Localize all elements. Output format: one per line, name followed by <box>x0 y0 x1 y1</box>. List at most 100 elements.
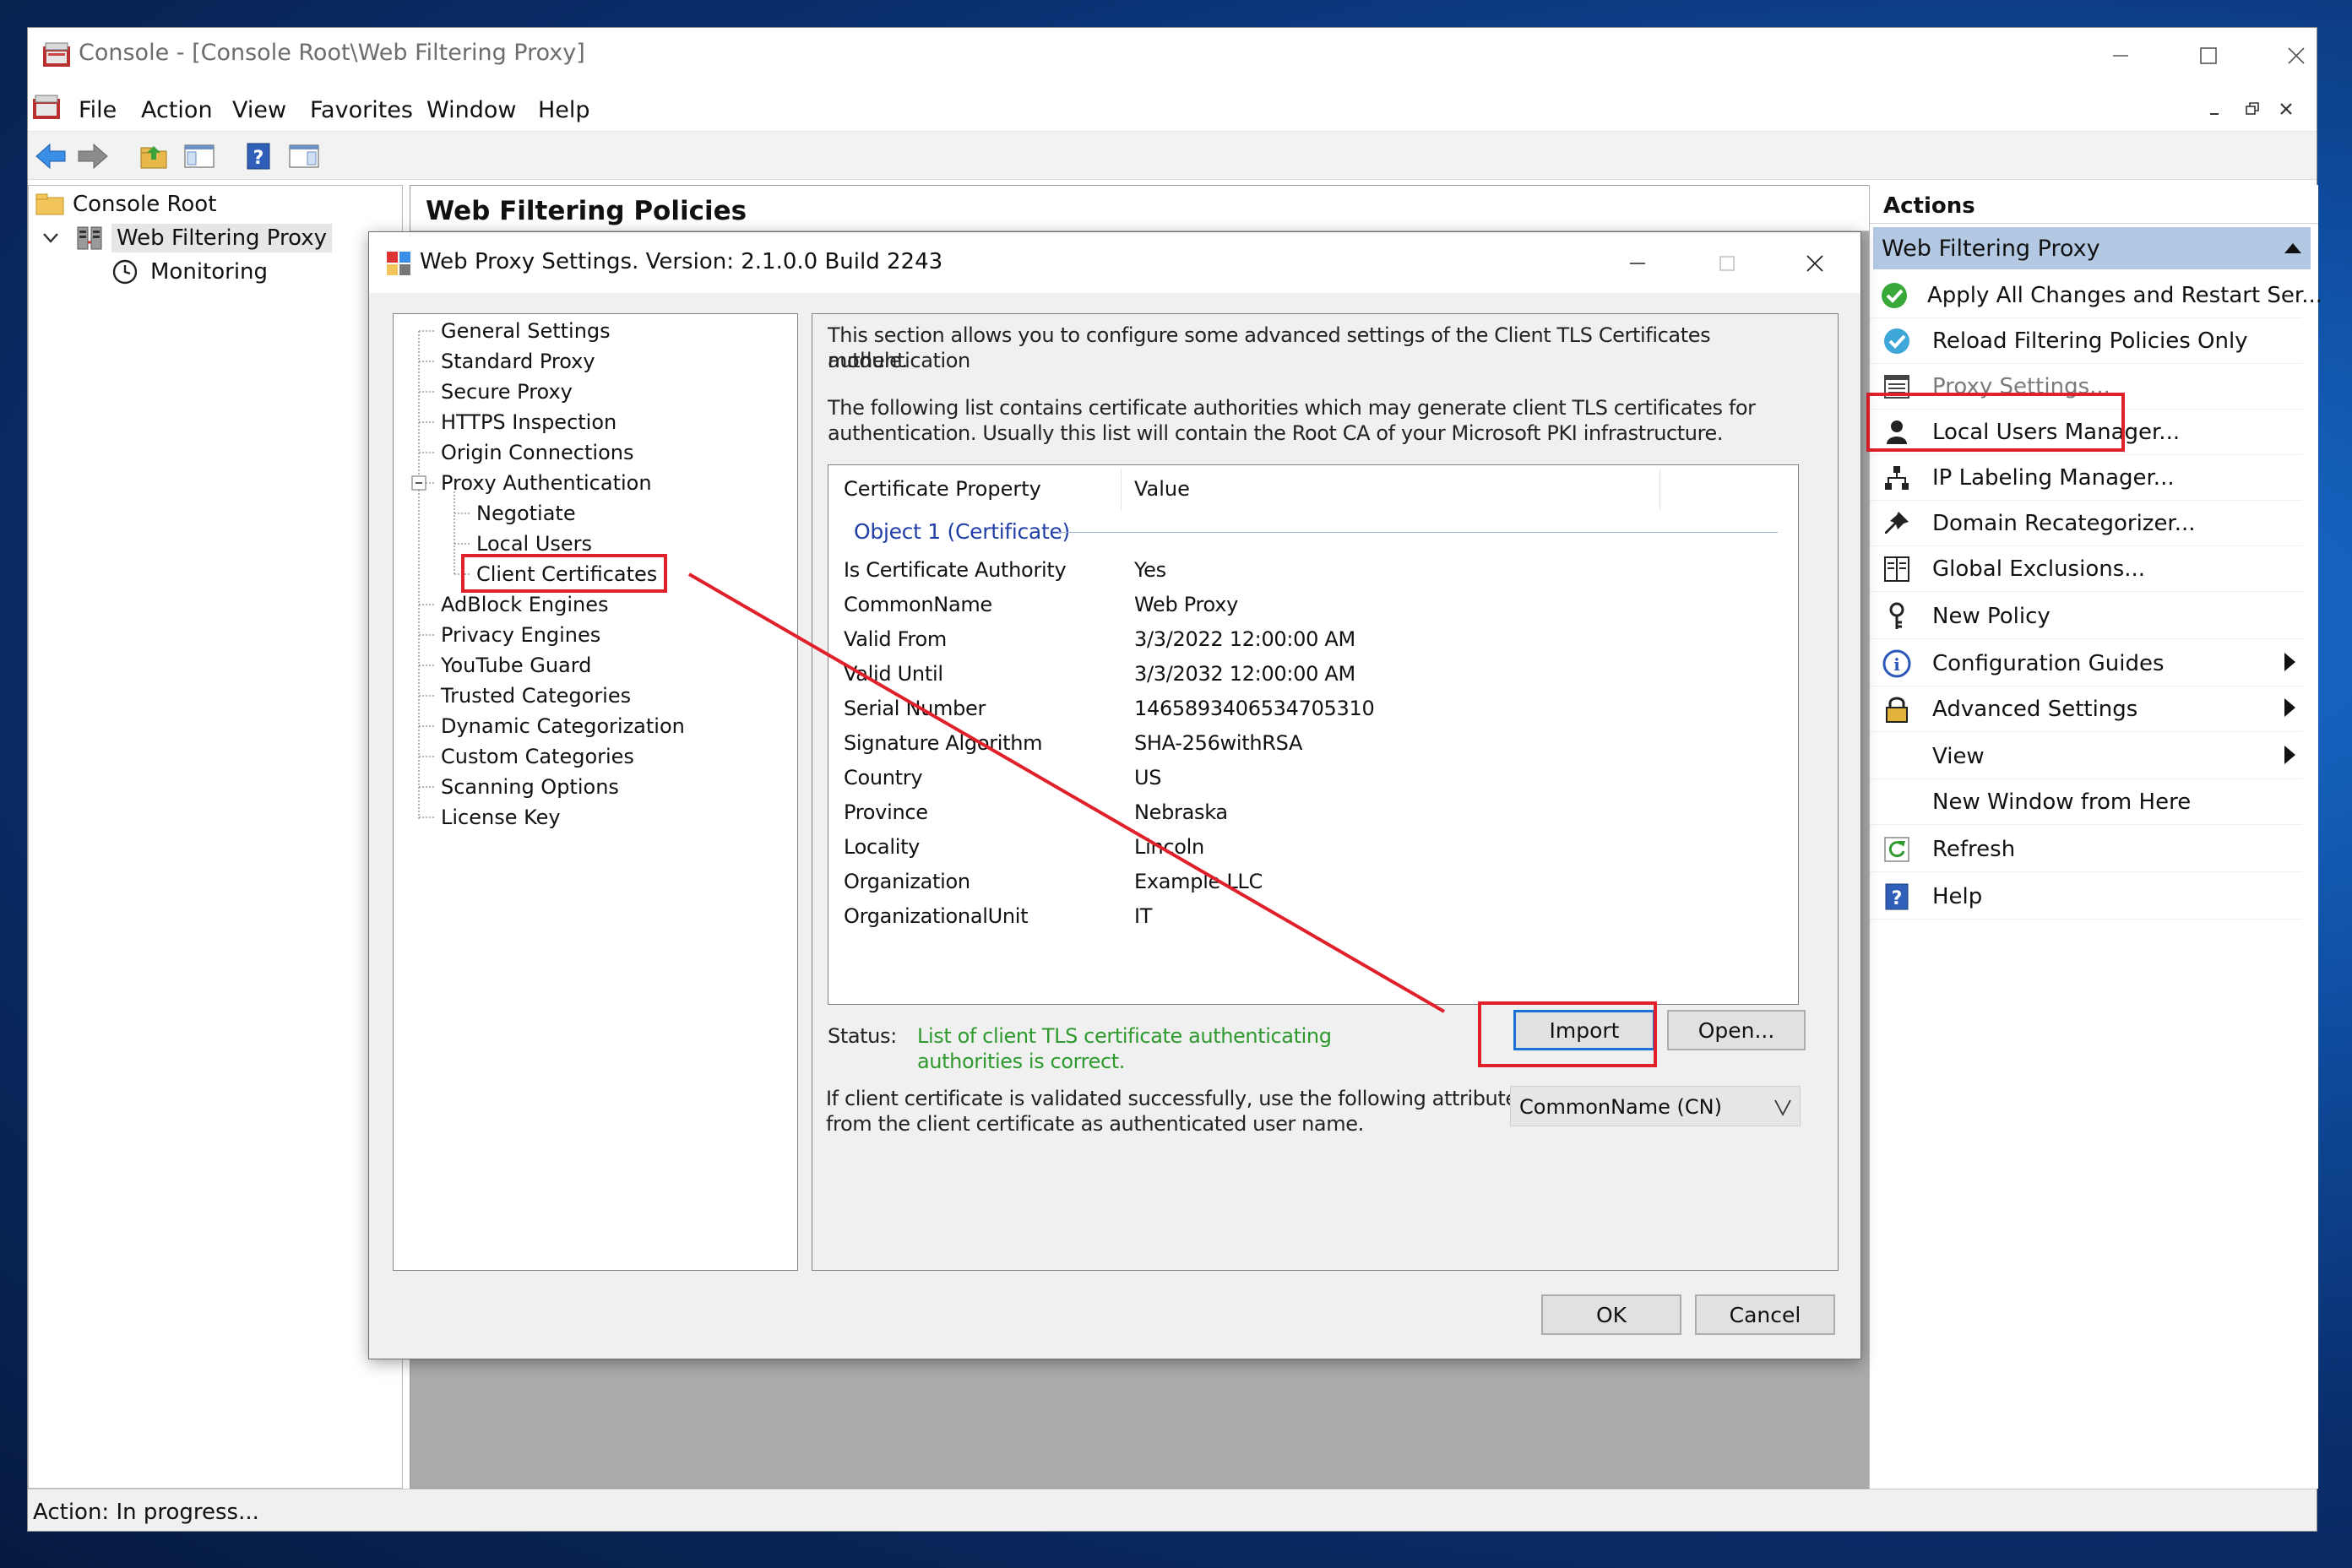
show-hide-tree-button[interactable] <box>182 138 217 174</box>
nav-secure-proxy[interactable]: Secure Proxy <box>441 380 573 404</box>
certificate-list[interactable]: Certificate Property Value Object 1 (Cer… <box>828 464 1799 1005</box>
dialog-app-icon <box>386 251 411 276</box>
results-pane-header: Web Filtering Policies <box>410 186 1891 231</box>
show-hide-action-pane-button[interactable] <box>286 138 322 174</box>
description-line: The following list contains certificate … <box>828 396 1756 420</box>
menu-help[interactable]: Help <box>538 94 590 127</box>
up-one-level-button[interactable] <box>136 138 171 174</box>
action-view[interactable]: View <box>1870 734 2302 779</box>
mdi-minimize-button[interactable] <box>2205 99 2229 122</box>
nav-trusted-categories[interactable]: Trusted Categories <box>441 684 631 708</box>
dialog-title-bar: Web Proxy Settings. Version: 2.1.0.0 Bui… <box>369 232 1860 293</box>
row-value: IT <box>1134 904 1153 928</box>
tree-item-console-root[interactable]: Console Root <box>35 187 216 221</box>
menu-file[interactable]: File <box>79 94 117 127</box>
actions-title: Actions <box>1883 193 1975 219</box>
close-button[interactable] <box>2252 28 2340 84</box>
actions-section-header[interactable]: Web Filtering Proxy <box>1873 227 2311 269</box>
nav-custom-categories[interactable]: Custom Categories <box>441 745 634 768</box>
nav-adblock-engines[interactable]: AdBlock Engines <box>441 593 609 616</box>
row-property: Is Certificate Authority <box>844 558 1067 582</box>
back-button[interactable] <box>33 138 68 174</box>
action-new-policy[interactable]: New Policy <box>1870 594 2302 639</box>
column-header-property[interactable]: Certificate Property <box>844 477 1041 501</box>
actions-pane: Actions Web Filtering Proxy Apply All Ch… <box>1866 185 2322 1489</box>
nav-proxy-authentication[interactable]: Proxy Authentication <box>441 471 652 495</box>
nav-standard-proxy[interactable]: Standard Proxy <box>441 350 595 373</box>
menu-action[interactable]: Action <box>141 94 213 127</box>
tree-item-monitoring[interactable]: Monitoring <box>111 255 268 289</box>
menu-favorites[interactable]: Favorites <box>310 94 413 127</box>
group-header: Object 1 (Certificate) <box>854 519 1070 544</box>
action-apply-restart[interactable]: Apply All Changes and Restart Ser... <box>1870 273 2322 318</box>
description-line: This section allows you to configure som… <box>828 323 1711 372</box>
lock-icon <box>1880 692 1914 726</box>
cancel-button[interactable]: Cancel <box>1695 1294 1835 1335</box>
row-value: US <box>1134 766 1162 789</box>
expand-chevron-icon[interactable] <box>42 232 61 244</box>
action-help[interactable]: ? Help <box>1870 874 2302 920</box>
row-property: Valid From <box>844 627 947 651</box>
help-icon: ? <box>1880 880 1914 914</box>
action-advanced-settings[interactable]: Advanced Settings <box>1870 686 2302 732</box>
collapse-up-icon[interactable] <box>2284 242 2302 254</box>
help-toolbar-button[interactable]: ? <box>241 138 276 174</box>
nav-general-settings[interactable]: General Settings <box>441 319 611 343</box>
folder-icon <box>35 191 66 218</box>
ok-button[interactable]: OK <box>1541 1294 1681 1335</box>
menu-bar: File Action View Favorites Window Help <box>28 87 2317 131</box>
action-label: IP Labeling Manager... <box>1932 464 2175 491</box>
action-global-exclusions[interactable]: Global Exclusions... <box>1870 546 2302 592</box>
dialog-title: Web Proxy Settings. Version: 2.1.0.0 Bui… <box>420 249 943 274</box>
action-label: Configuration Guides <box>1932 650 2165 676</box>
console-app-icon <box>41 40 72 70</box>
action-label: Advanced Settings <box>1932 696 2138 722</box>
nav-scanning-options[interactable]: Scanning Options <box>441 775 619 799</box>
attribute-description: from the client certificate as authentic… <box>826 1112 1364 1136</box>
window-title: Console - [Console Root\Web Filtering Pr… <box>79 40 585 66</box>
tree-item-web-filtering-proxy[interactable]: Web Filtering Proxy <box>42 221 333 255</box>
minimize-button[interactable] <box>2077 28 2165 84</box>
nav-negotiate[interactable]: Negotiate <box>476 502 576 525</box>
nav-dynamic-categorization[interactable]: Dynamic Categorization <box>441 714 685 738</box>
forward-arrow-icon <box>78 143 108 170</box>
username-attribute-select[interactable]: CommonName (CN) <box>1510 1086 1801 1126</box>
mdi-close-button[interactable] <box>2276 99 2300 122</box>
nav-local-users[interactable]: Local Users <box>476 532 592 556</box>
nav-license-key[interactable]: License Key <box>441 806 561 829</box>
action-configuration-guides[interactable]: i Configuration Guides <box>1870 641 2302 686</box>
row-value: 1465893406534705310 <box>1134 697 1375 720</box>
action-new-window[interactable]: New Window from Here <box>1870 779 2302 825</box>
info-icon: i <box>1880 647 1914 681</box>
action-ip-labeling-manager[interactable]: IP Labeling Manager... <box>1870 455 2302 501</box>
page-title: Web Filtering Policies <box>426 196 747 226</box>
nav-youtube-guard[interactable]: YouTube Guard <box>441 654 591 677</box>
nav-origin-connections[interactable]: Origin Connections <box>441 441 633 464</box>
forward-button[interactable] <box>75 138 111 174</box>
status-bar-text: Action: In progress... <box>33 1500 259 1525</box>
nav-privacy-engines[interactable]: Privacy Engines <box>441 623 600 647</box>
row-property: Locality <box>844 835 921 859</box>
minimize-icon <box>1630 263 1645 264</box>
column-header-value[interactable]: Value <box>1134 477 1190 501</box>
row-value: 3/3/2032 12:00:00 AM <box>1134 662 1355 686</box>
menu-view[interactable]: View <box>232 94 286 127</box>
column-divider <box>1121 469 1122 511</box>
maximize-button[interactable] <box>2165 28 2252 84</box>
row-value: Web Proxy <box>1134 593 1238 616</box>
nav-https-inspection[interactable]: HTTPS Inspection <box>441 410 617 434</box>
action-refresh[interactable]: Refresh <box>1870 827 2302 872</box>
action-domain-recategorizer[interactable]: Domain Recategorizer... <box>1870 501 2302 546</box>
menu-window[interactable]: Window <box>426 94 516 127</box>
mdi-child-icon[interactable] <box>31 92 62 122</box>
row-value: Nebraska <box>1134 800 1228 824</box>
dialog-close-button[interactable] <box>1771 236 1859 291</box>
key-icon <box>1880 600 1914 633</box>
open-button[interactable]: Open... <box>1667 1010 1806 1050</box>
mdi-restore-button[interactable] <box>2242 99 2266 122</box>
dialog-minimize-button[interactable] <box>1594 236 1681 291</box>
action-label: Global Exclusions... <box>1932 556 2146 582</box>
row-value: Lincoln <box>1134 835 1204 859</box>
highlight-proxy-settings <box>1866 393 2125 452</box>
action-reload-policies[interactable]: Reload Filtering Policies Only <box>1870 318 2302 364</box>
